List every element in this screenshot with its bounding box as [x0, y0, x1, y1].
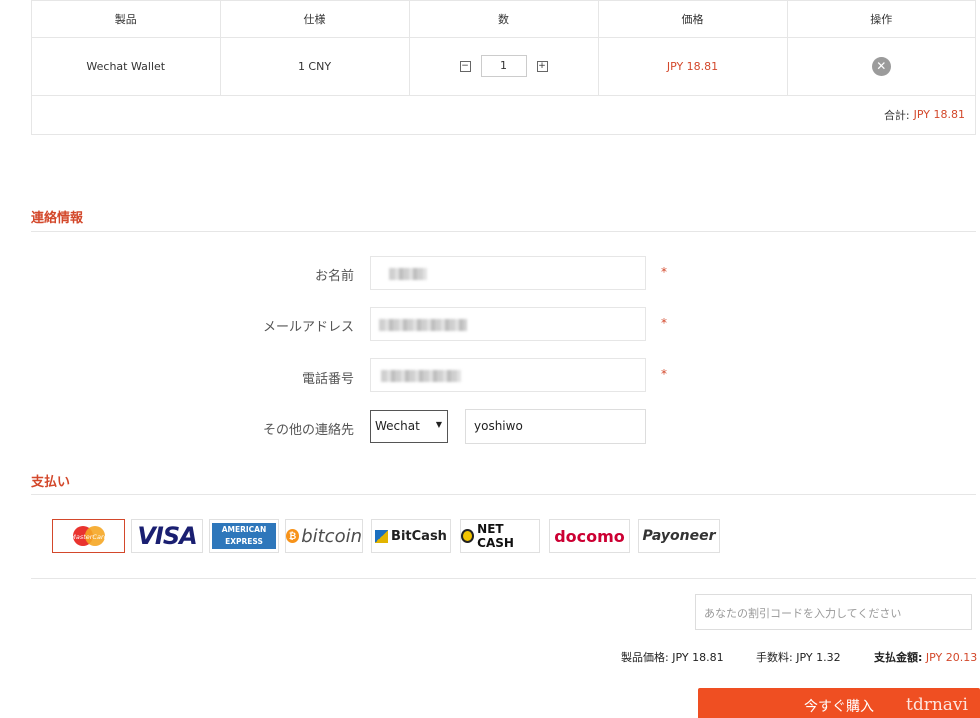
contact-type-value: Wechat [375, 419, 420, 433]
divider [31, 578, 976, 579]
increment-button[interactable]: + [536, 60, 548, 72]
payment-payoneer[interactable]: Payoneer [638, 519, 720, 553]
mastercard-text: MasterCard [70, 533, 108, 541]
decrement-button[interactable]: − [459, 60, 471, 72]
product-price-value: JPY 18.81 [672, 651, 724, 664]
bitcoin-logo: bitcoin [301, 525, 362, 547]
header-product: 製品 [32, 1, 221, 38]
divider [31, 231, 976, 232]
contact-type-select[interactable]: Wechat ▼ [370, 410, 448, 443]
name-label: お名前 [314, 269, 354, 284]
payment-docomo[interactable]: docomo [549, 519, 630, 553]
product-name: Wechat Wallet [32, 37, 221, 96]
bitcash-logo: BitCash [391, 528, 447, 544]
pay-amount-summary: 支払金額: JPY 20.13 [874, 649, 977, 665]
dropdown-arrow-icon: ▼ [435, 420, 442, 429]
cart-total: 合計: JPY 18.81 [32, 96, 975, 134]
header-qty: 数 [409, 1, 599, 38]
payment-bitcoin[interactable]: ₿ bitcoin [285, 519, 363, 553]
email-field[interactable] [370, 307, 646, 341]
action-cell: ✕ [787, 37, 975, 96]
fee-label: 手数料: [756, 651, 793, 664]
header-spec: 仕様 [220, 1, 410, 38]
payment-section-title: 支払い [31, 475, 71, 490]
mastercard-icon: MasterCard [70, 526, 108, 546]
product-spec: 1 CNY [220, 37, 410, 96]
payment-amex[interactable]: AMERICAN EXPRESS [209, 519, 279, 553]
quantity-stepper: − 1 + [459, 55, 548, 77]
required-mark: * [661, 265, 667, 279]
name-field[interactable] [370, 256, 646, 290]
blurred-phone [381, 370, 461, 382]
coupon-input[interactable]: あなたの割引コードを入力してください [695, 594, 972, 630]
payment-bitcash[interactable]: BitCash [371, 519, 451, 553]
visa-logo: VISA [137, 522, 197, 550]
quantity-cell: − 1 + [409, 37, 599, 96]
total-label: 合計: [883, 108, 910, 122]
table-row: Wechat Wallet 1 CNY − 1 + JPY 18.81 ✕ [32, 37, 975, 96]
blurred-name [389, 268, 427, 280]
pay-amount-value: JPY 20.13 [925, 651, 978, 664]
other-contact-label: その他の連絡先 [262, 423, 354, 438]
fee-summary: 手数料: JPY 1.32 [756, 649, 841, 665]
bitcoin-icon: ₿ [286, 529, 300, 543]
netcash-logo: NET CASH [477, 522, 514, 550]
other-contact-input[interactable]: yoshiwo [465, 409, 646, 444]
product-price: JPY 18.81 [598, 37, 788, 96]
header-price: 価格 [598, 1, 788, 38]
total-value: JPY 18.81 [913, 108, 965, 121]
payoneer-logo: Payoneer [642, 528, 716, 544]
quantity-input[interactable]: 1 [480, 55, 527, 77]
fee-value: JPY 1.32 [796, 651, 841, 664]
payment-netcash[interactable]: NET CASH [460, 519, 540, 553]
amex-logo: AMERICAN EXPRESS [212, 523, 276, 549]
pay-amount-label: 支払金額: [874, 651, 923, 664]
netcash-icon [461, 529, 475, 543]
divider [31, 494, 976, 495]
docomo-logo: docomo [554, 526, 625, 546]
phone-field[interactable] [370, 358, 646, 392]
cart-table: 製品 仕様 数 価格 操作 Wechat Wallet 1 CNY − 1 + … [31, 0, 976, 135]
payment-visa[interactable]: VISA [131, 519, 203, 553]
required-mark: * [661, 316, 667, 330]
product-price-label: 製品価格: [621, 651, 669, 664]
payment-mastercard[interactable]: MasterCard [52, 519, 125, 553]
blurred-email [379, 319, 467, 331]
contact-section-title: 連絡情報 [31, 211, 84, 226]
email-label: メールアドレス [262, 320, 354, 335]
header-action: 操作 [787, 1, 975, 38]
watermark: tdrnavi [906, 695, 968, 715]
phone-label: 電話番号 [301, 372, 354, 387]
product-price-summary: 製品価格: JPY 18.81 [621, 649, 724, 665]
required-mark: * [661, 367, 667, 381]
bitcash-icon [375, 529, 389, 543]
remove-icon[interactable]: ✕ [871, 56, 891, 76]
